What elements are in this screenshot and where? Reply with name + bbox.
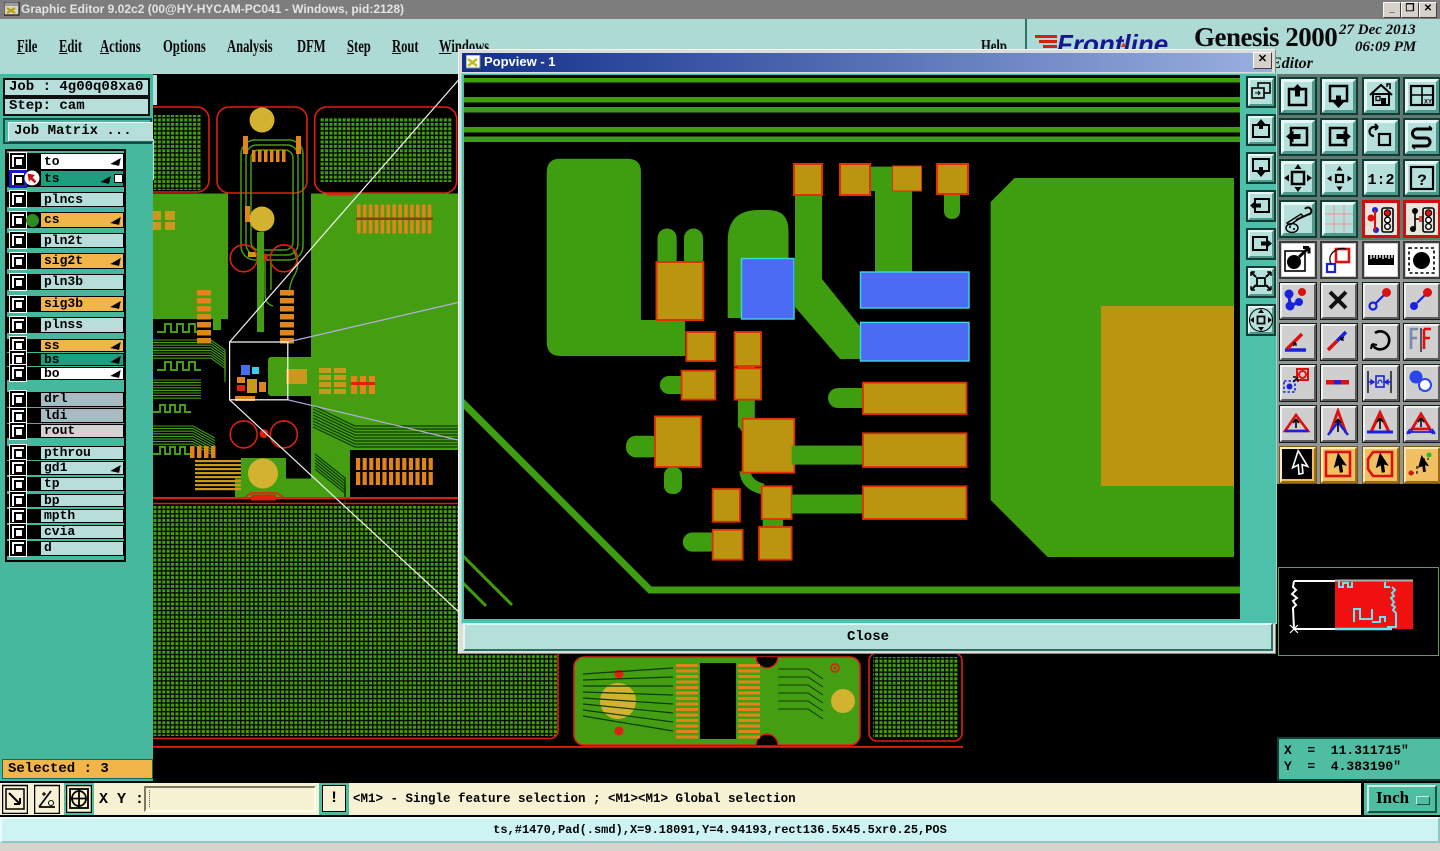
svg-text:?: ? — [1417, 172, 1427, 190]
svg-text:XY: XY — [1424, 100, 1432, 106]
svg-text:1:2: 1:2 — [1367, 172, 1394, 189]
